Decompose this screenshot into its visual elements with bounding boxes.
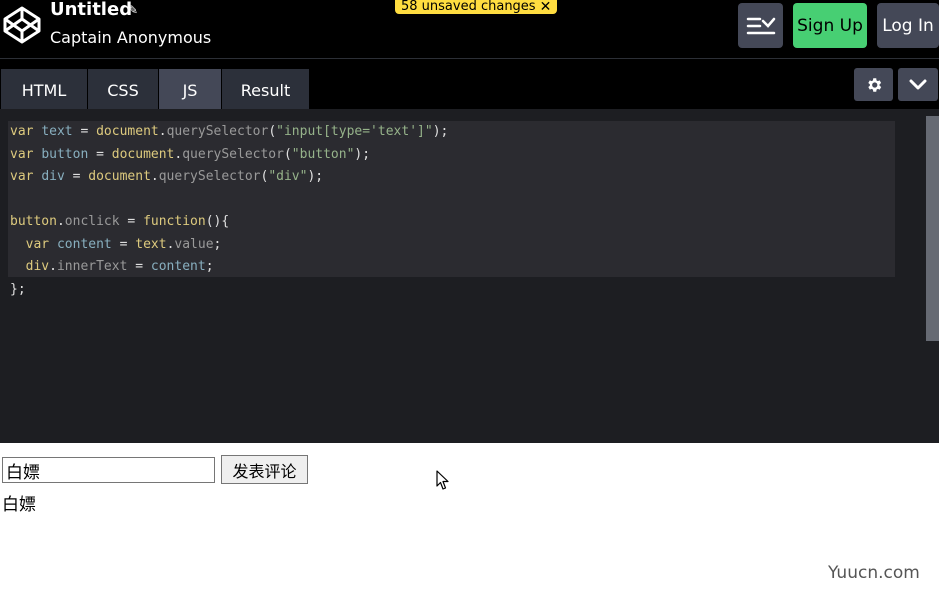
- close-icon[interactable]: ✕: [540, 0, 552, 14]
- pencil-icon[interactable]: ✎: [128, 3, 138, 17]
- unsaved-changes-label: 58 unsaved changes: [401, 0, 536, 14]
- mouse-cursor-icon: [436, 470, 449, 490]
- editor-scrollbar[interactable]: [926, 116, 939, 341]
- submit-comment-button[interactable]: 发表评论: [221, 455, 308, 484]
- tab-result[interactable]: Result: [222, 69, 309, 109]
- result-pane: 发表评论 白嫖: [0, 443, 939, 603]
- editor-tab-bar: HTML CSS JS Result: [0, 59, 939, 109]
- app-header: Untitled ✎ Captain Anonymous 58 unsaved …: [0, 0, 939, 59]
- js-code-editor[interactable]: var text = document.querySelector("input…: [0, 109, 939, 443]
- watermark: Yuucn.com: [828, 563, 920, 583]
- comment-output: 白嫖: [2, 495, 36, 515]
- code-content[interactable]: var text = document.querySelector("input…: [10, 121, 448, 301]
- unsaved-changes-badge[interactable]: 58 unsaved changes ✕: [395, 0, 558, 14]
- change-view-button[interactable]: [738, 3, 783, 48]
- log-in-button[interactable]: Log In: [877, 3, 939, 48]
- comment-input[interactable]: [2, 457, 215, 483]
- tab-css[interactable]: CSS: [88, 69, 158, 109]
- settings-button[interactable]: [854, 68, 893, 101]
- codepen-logo-icon[interactable]: [2, 5, 42, 45]
- collapse-button[interactable]: [898, 68, 938, 101]
- layout-icon: [746, 17, 775, 34]
- tab-js[interactable]: JS: [159, 69, 221, 109]
- pen-title[interactable]: Untitled: [50, 0, 132, 20]
- chevron-down-icon: [909, 79, 927, 89]
- pen-author: Captain Anonymous: [50, 28, 212, 47]
- sign-up-button[interactable]: Sign Up: [793, 3, 867, 48]
- gear-icon: [867, 77, 881, 92]
- tab-html[interactable]: HTML: [1, 69, 87, 109]
